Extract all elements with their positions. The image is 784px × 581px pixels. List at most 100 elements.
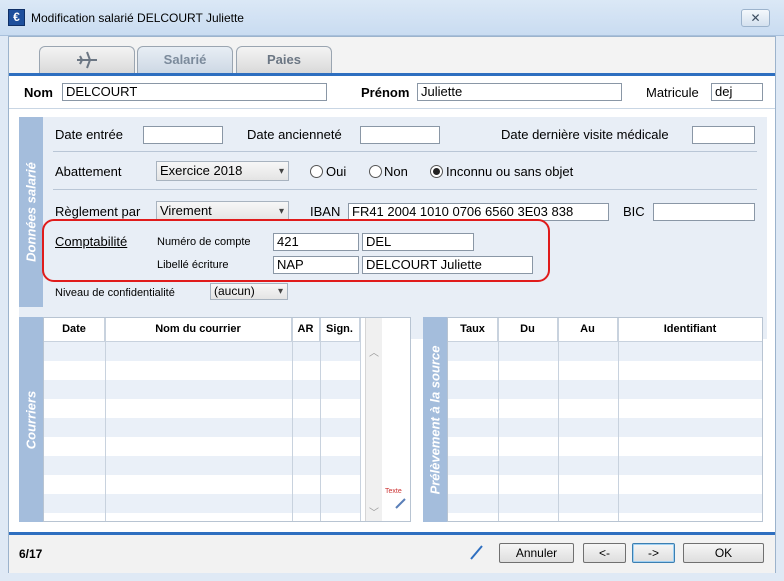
column-divider [498, 318, 499, 521]
bic-field[interactable] [653, 203, 755, 221]
scroll-up-icon[interactable]: ︿ [369, 344, 379, 359]
prenom-field[interactable]: Juliette [417, 83, 622, 101]
date-anciennete-label: Date ancienneté [247, 127, 342, 142]
texte-edit-label[interactable]: Texte [385, 488, 402, 495]
app-icon: € [8, 9, 25, 26]
table-row[interactable] [448, 456, 762, 475]
table-row[interactable] [448, 437, 762, 456]
table-row[interactable] [448, 399, 762, 418]
column-divider [320, 318, 321, 521]
table-row[interactable] [44, 456, 360, 475]
prelevement-side-tab: Prélèvement à la source [423, 317, 447, 522]
bic-label: BIC [623, 204, 645, 219]
table-row[interactable] [448, 494, 762, 513]
date-entree-field[interactable] [143, 126, 223, 144]
tab-paies[interactable]: Paies [236, 46, 332, 73]
table-row[interactable] [448, 475, 762, 494]
table-row[interactable] [44, 380, 360, 399]
courriers-title: Courriers [23, 390, 39, 449]
column-divider [558, 318, 559, 521]
footer-bar: 6/17 Annuler <- -> OK [9, 532, 775, 573]
next-button[interactable]: -> [632, 543, 675, 563]
column-divider [292, 318, 293, 521]
pencil-icon[interactable] [394, 496, 408, 510]
reglement-select[interactable]: Virement ▾ [156, 201, 289, 221]
divider [53, 189, 757, 190]
table-row[interactable] [448, 418, 762, 437]
column-header-nom-courrier[interactable]: Nom du courrier [105, 318, 292, 342]
matricule-field[interactable]: dej [711, 83, 763, 101]
title-bar: € Modification salarié DELCOURT Juliette… [0, 0, 784, 36]
annuler-button[interactable]: Annuler [499, 543, 574, 563]
courriers-grid[interactable]: Date Nom du courrier AR Sign. ︿ ﹀ Texte [43, 317, 411, 522]
donnees-salarie-title: Données salarié [23, 162, 39, 262]
reglement-value: Virement [160, 203, 212, 218]
courriers-side-tab: Courriers [19, 317, 43, 522]
date-anciennete-field[interactable] [360, 126, 440, 144]
radio-non[interactable] [369, 165, 382, 178]
prenom-label: Prénom [361, 85, 410, 100]
abattement-select[interactable]: Exercice 2018 ▾ [156, 161, 289, 181]
table-row[interactable] [448, 342, 762, 361]
pencil-icon[interactable] [469, 543, 485, 561]
dialog-client-area: Salarié Paies Nom DELCOURT Prénom Juliet… [8, 36, 776, 573]
column-divider [618, 318, 619, 521]
column-header-date[interactable]: Date [44, 318, 105, 342]
matricule-label: Matricule [646, 85, 699, 100]
table-row[interactable] [44, 475, 360, 494]
date-visite-label: Date dernière visite médicale [501, 127, 669, 142]
ok-button[interactable]: OK [683, 543, 764, 563]
plane-icon [77, 51, 97, 69]
column-header-du[interactable]: Du [498, 318, 558, 342]
courriers-scrollbar[interactable]: ︿ ﹀ [365, 318, 382, 521]
radio-inconnu[interactable] [430, 165, 443, 178]
niveau-confidentialite-label: Niveau de confidentialité [55, 287, 175, 299]
chevron-down-icon: ▾ [278, 166, 284, 177]
niveau-confidentialite-select[interactable]: (aucun) ▾ [210, 283, 288, 300]
table-row[interactable] [44, 418, 360, 437]
column-header-ar[interactable]: AR [292, 318, 320, 342]
page-indicator: 6/17 [19, 547, 43, 561]
comptabilite-highlight [42, 219, 550, 282]
courriers-grid-header: Date Nom du courrier AR Sign. [44, 318, 360, 342]
niveau-confidentialite-value: (aucun) [214, 284, 255, 298]
table-row[interactable] [44, 342, 360, 361]
column-divider [105, 318, 106, 521]
table-row[interactable] [44, 361, 360, 380]
reglement-label: Règlement par [55, 204, 141, 219]
table-row[interactable] [448, 380, 762, 399]
prelevement-title: Prélèvement à la source [427, 345, 443, 494]
donnees-salarie-side-tab: Données salarié [19, 117, 43, 307]
radio-oui[interactable] [310, 165, 323, 178]
identity-row: Nom DELCOURT Prénom Juliette Matricule d… [9, 76, 775, 109]
tab-salarie[interactable]: Salarié [137, 46, 233, 73]
table-row[interactable] [44, 437, 360, 456]
tab-strip: Salarié Paies [9, 37, 775, 74]
abattement-value: Exercice 2018 [160, 163, 243, 178]
column-header-identifiant[interactable]: Identifiant [618, 318, 762, 342]
table-row[interactable] [44, 399, 360, 418]
scroll-down-icon[interactable]: ﹀ [369, 504, 379, 519]
column-header-au[interactable]: Au [558, 318, 618, 342]
nom-field[interactable]: DELCOURT [62, 83, 327, 101]
tab-general[interactable] [39, 46, 135, 73]
radio-non-label: Non [384, 164, 408, 179]
divider [53, 151, 757, 152]
date-visite-field[interactable] [692, 126, 755, 144]
close-button[interactable]: ✕ [741, 9, 770, 27]
previous-button[interactable]: <- [583, 543, 626, 563]
radio-inconnu-label: Inconnu ou sans objet [446, 164, 574, 179]
column-header-taux[interactable]: Taux [448, 318, 498, 342]
column-divider [360, 318, 361, 521]
prelevement-grid-header: Taux Du Au Identifiant [448, 318, 762, 342]
nom-label: Nom [24, 85, 53, 100]
table-row[interactable] [448, 361, 762, 380]
iban-label: IBAN [310, 204, 341, 219]
column-header-sign[interactable]: Sign. [320, 318, 360, 342]
window-title: Modification salarié DELCOURT Juliette [31, 11, 244, 25]
table-row[interactable] [44, 494, 360, 513]
prelevement-grid[interactable]: Taux Du Au Identifiant [447, 317, 763, 522]
chevron-down-icon: ▾ [277, 286, 283, 297]
radio-oui-label: Oui [326, 164, 347, 179]
abattement-label: Abattement [55, 164, 122, 179]
